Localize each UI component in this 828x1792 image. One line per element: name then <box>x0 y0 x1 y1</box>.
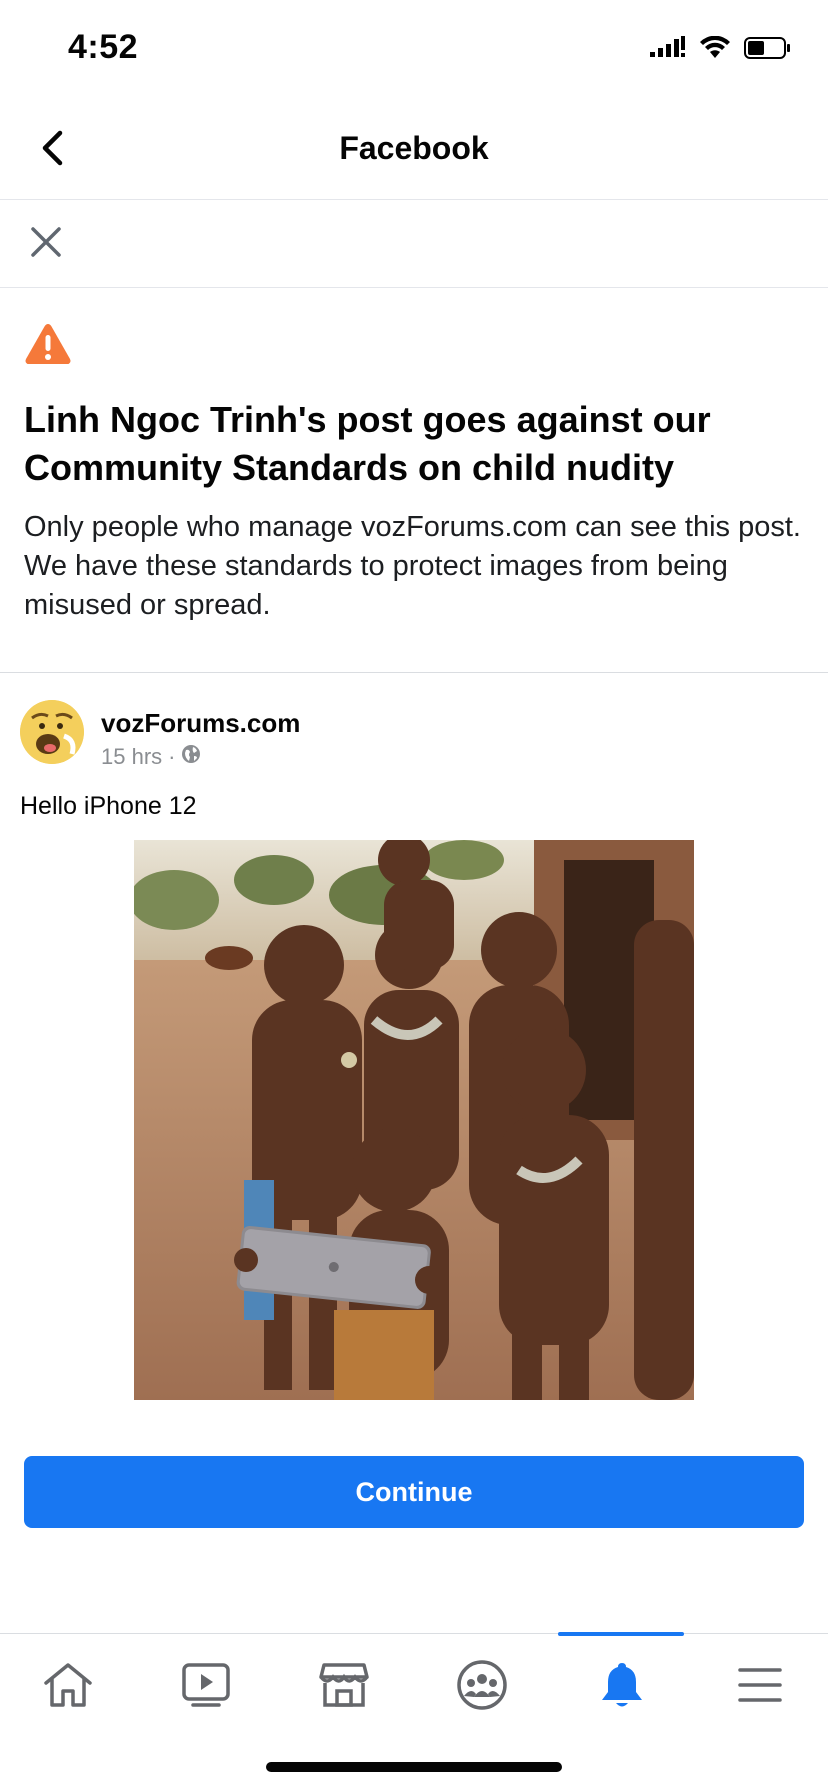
tab-home[interactable] <box>26 1652 110 1722</box>
post-image[interactable] <box>134 840 694 1400</box>
close-icon <box>30 226 62 263</box>
groups-icon <box>456 1659 508 1716</box>
active-tab-indicator <box>558 1632 684 1636</box>
tab-menu[interactable] <box>718 1652 802 1722</box>
tab-groups[interactable] <box>440 1652 524 1722</box>
post-author[interactable]: vozForums.com <box>101 708 300 739</box>
globe-icon <box>181 744 201 770</box>
bell-icon <box>599 1660 645 1715</box>
battery-icon <box>744 36 792 65</box>
page-title: Facebook <box>339 130 489 166</box>
menu-icon <box>737 1665 783 1710</box>
watch-icon <box>181 1662 231 1713</box>
continue-button[interactable]: Continue <box>24 1456 804 1528</box>
tab-watch[interactable] <box>164 1652 248 1722</box>
warning-title: Linh Ngoc Trinh's post goes against our … <box>24 399 711 488</box>
post-text: Hello iPhone 12 <box>20 792 197 820</box>
screen: 4:52 Facebook Linh Ngoc Trinh's post goe… <box>0 0 828 1792</box>
post-time[interactable]: 15 hrs <box>101 744 162 770</box>
avatar[interactable] <box>20 700 84 764</box>
warning-description: Only people who manage vozForums.com can… <box>24 511 801 621</box>
warning-icon <box>24 322 72 366</box>
status-time: 4:52 <box>68 28 139 66</box>
post-meta: 15 hrs · <box>101 744 201 770</box>
meta-separator: · <box>168 744 176 769</box>
home-indicator <box>266 1762 562 1772</box>
nav-bar: Facebook <box>0 100 828 200</box>
status-bar: 4:52 <box>0 0 828 100</box>
close-button[interactable] <box>20 218 72 270</box>
tab-bar <box>0 1632 828 1743</box>
tab-marketplace[interactable] <box>302 1652 386 1722</box>
home-icon <box>42 1661 94 1714</box>
signal-icon <box>650 36 686 65</box>
wifi-icon <box>700 35 730 65</box>
post-header: vozForums.com 15 hrs · <box>20 700 800 770</box>
status-icons <box>650 35 792 65</box>
close-row <box>0 200 828 288</box>
warning-section: Linh Ngoc Trinh's post goes against our … <box>0 288 828 673</box>
marketplace-icon <box>318 1661 370 1714</box>
tab-notifications[interactable] <box>580 1652 664 1722</box>
